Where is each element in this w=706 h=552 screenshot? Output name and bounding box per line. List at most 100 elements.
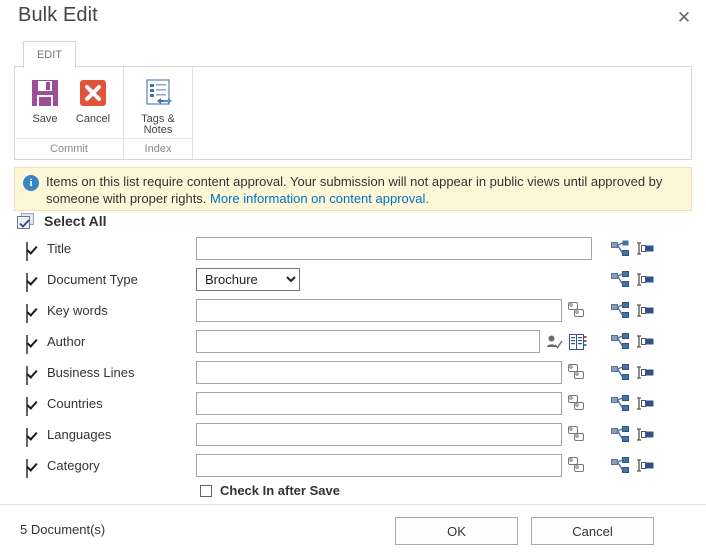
- field-label-category: Category: [47, 458, 100, 473]
- cancel-button[interactable]: Cancel: [531, 517, 654, 545]
- more-information-link[interactable]: More information on content approval.: [210, 191, 429, 206]
- info-icon: i: [23, 175, 39, 191]
- field-row-languages: Languages: [0, 423, 706, 454]
- field-column-icon[interactable]: [636, 457, 654, 474]
- field-row-title: Title: [0, 237, 706, 268]
- check-in-after-save-row[interactable]: Check In after Save: [200, 483, 340, 498]
- business-lines-input[interactable]: [196, 361, 562, 384]
- ribbon-empty-area: [192, 67, 691, 159]
- field-checkbox-category[interactable]: [26, 459, 39, 478]
- row-icons-countries: [611, 395, 654, 412]
- field-label-business-lines: Business Lines: [47, 365, 135, 380]
- field-checkbox-countries[interactable]: [26, 397, 39, 416]
- field-checkbox-languages[interactable]: [26, 428, 39, 447]
- tab-edit[interactable]: EDIT: [23, 41, 76, 68]
- ribbon-group-commit: Save Cancel Commit: [15, 67, 123, 159]
- check-names-icon[interactable]: [546, 334, 563, 355]
- field-control-business-lines: [196, 361, 562, 384]
- tags-and-notes-button[interactable]: Tags & Notes: [134, 75, 182, 136]
- field-checkbox-author[interactable]: [26, 335, 39, 354]
- field-control-countries: [196, 392, 562, 415]
- field-hierarchy-icon[interactable]: [611, 333, 629, 350]
- ribbon-group-index: Tags & Notes Index: [123, 67, 192, 159]
- title-input[interactable]: [196, 237, 592, 260]
- ribbon-tabstrip: EDIT: [14, 41, 692, 68]
- dialog-title: Bulk Edit: [18, 4, 98, 26]
- row-icons-key-words: [611, 302, 654, 319]
- field-hierarchy-icon[interactable]: [611, 240, 629, 257]
- field-hierarchy-icon[interactable]: [611, 426, 629, 443]
- countries-input[interactable]: [196, 392, 562, 415]
- field-hierarchy-icon[interactable]: [611, 395, 629, 412]
- tag-picker-icon[interactable]: [568, 302, 585, 319]
- tags-and-notes-icon: [142, 77, 174, 109]
- field-checkbox-business-lines[interactable]: [26, 366, 39, 385]
- cancel-ribbon-button[interactable]: Cancel: [69, 75, 117, 125]
- select-all-label: Select All: [44, 213, 107, 229]
- field-column-icon[interactable]: [636, 271, 654, 288]
- check-in-after-save-checkbox[interactable]: [200, 484, 212, 497]
- field-column-icon[interactable]: [636, 426, 654, 443]
- tag-picker-icon[interactable]: [568, 457, 585, 474]
- field-hierarchy-icon[interactable]: [611, 457, 629, 474]
- tag-picker-icon[interactable]: [568, 426, 585, 443]
- author-input[interactable]: [196, 330, 540, 353]
- tag-picker-icon[interactable]: [568, 395, 585, 412]
- ribbon-body: Save Cancel Commit Tags & Notes Index: [14, 66, 692, 160]
- row-icons-business-lines: [611, 364, 654, 381]
- dialog-titlebar: Bulk Edit ✕: [0, 0, 706, 36]
- field-label-languages: Languages: [47, 427, 112, 442]
- field-column-icon[interactable]: [636, 302, 654, 319]
- field-control-title: [196, 237, 592, 260]
- field-hierarchy-icon[interactable]: [611, 302, 629, 319]
- select-all-check-mark: [19, 219, 30, 228]
- field-column-icon[interactable]: [636, 395, 654, 412]
- field-label-title: Title: [47, 241, 72, 256]
- notice-text-block: Items on this list require content appro…: [46, 173, 683, 207]
- save-button[interactable]: Save: [21, 75, 69, 125]
- document-count: 5 Document(s): [20, 522, 106, 537]
- close-icon[interactable]: ✕: [670, 4, 698, 30]
- save-button-label: Save: [32, 113, 58, 125]
- tags-label-line2: Notes: [143, 124, 173, 136]
- field-hierarchy-icon[interactable]: [611, 271, 629, 288]
- field-row-countries: Countries: [0, 392, 706, 423]
- dialog-footer: 5 Document(s) OK Cancel: [0, 504, 706, 552]
- field-row-author: Author: [0, 330, 706, 361]
- field-control-author: [196, 330, 540, 353]
- ok-button[interactable]: OK: [395, 517, 518, 545]
- field-column-icon[interactable]: [636, 240, 654, 257]
- select-all-row[interactable]: Select All: [17, 213, 107, 229]
- select-all-stacked-checkbox-icon[interactable]: [17, 213, 35, 229]
- tag-picker-icon[interactable]: [568, 364, 585, 381]
- ribbon: EDIT Save Cancel Commit Tags & Notes Ind…: [14, 41, 692, 160]
- field-label-document-type: Document Type: [47, 272, 138, 287]
- field-control-document-type: Brochure: [196, 268, 300, 291]
- author-row-icons: [546, 334, 587, 355]
- document-type-select[interactable]: Brochure: [196, 268, 300, 291]
- languages-input[interactable]: [196, 423, 562, 446]
- field-checkbox-title[interactable]: [26, 242, 39, 261]
- address-book-icon[interactable]: [569, 334, 587, 355]
- field-row-business-lines: Business Lines: [0, 361, 706, 392]
- bulk-edit-dialog: Bulk Edit ✕ EDIT Save Cancel Commit Tags…: [0, 0, 706, 552]
- field-row-document-type: Document Type Brochure: [0, 268, 706, 299]
- save-floppy-icon: [29, 77, 61, 109]
- field-control-key-words: [196, 299, 562, 322]
- cancel-ribbon-button-label: Cancel: [75, 113, 111, 125]
- field-column-icon[interactable]: [636, 333, 654, 350]
- row-icons-languages: [611, 426, 654, 443]
- field-checkbox-key-words[interactable]: [26, 304, 39, 323]
- field-control-languages: [196, 423, 562, 446]
- category-input[interactable]: [196, 454, 562, 477]
- field-hierarchy-icon[interactable]: [611, 364, 629, 381]
- row-icons-document-type: [611, 271, 654, 288]
- bulk-edit-form: Title Document Type Brochure Key words A…: [0, 237, 706, 485]
- field-label-key-words: Key words: [47, 303, 108, 318]
- select-all-front-layer: [17, 216, 30, 229]
- field-column-icon[interactable]: [636, 364, 654, 381]
- field-checkbox-document-type[interactable]: [26, 273, 39, 292]
- key-words-input[interactable]: [196, 299, 562, 322]
- ribbon-group-index-label: Index: [124, 138, 192, 159]
- field-row-category: Category: [0, 454, 706, 485]
